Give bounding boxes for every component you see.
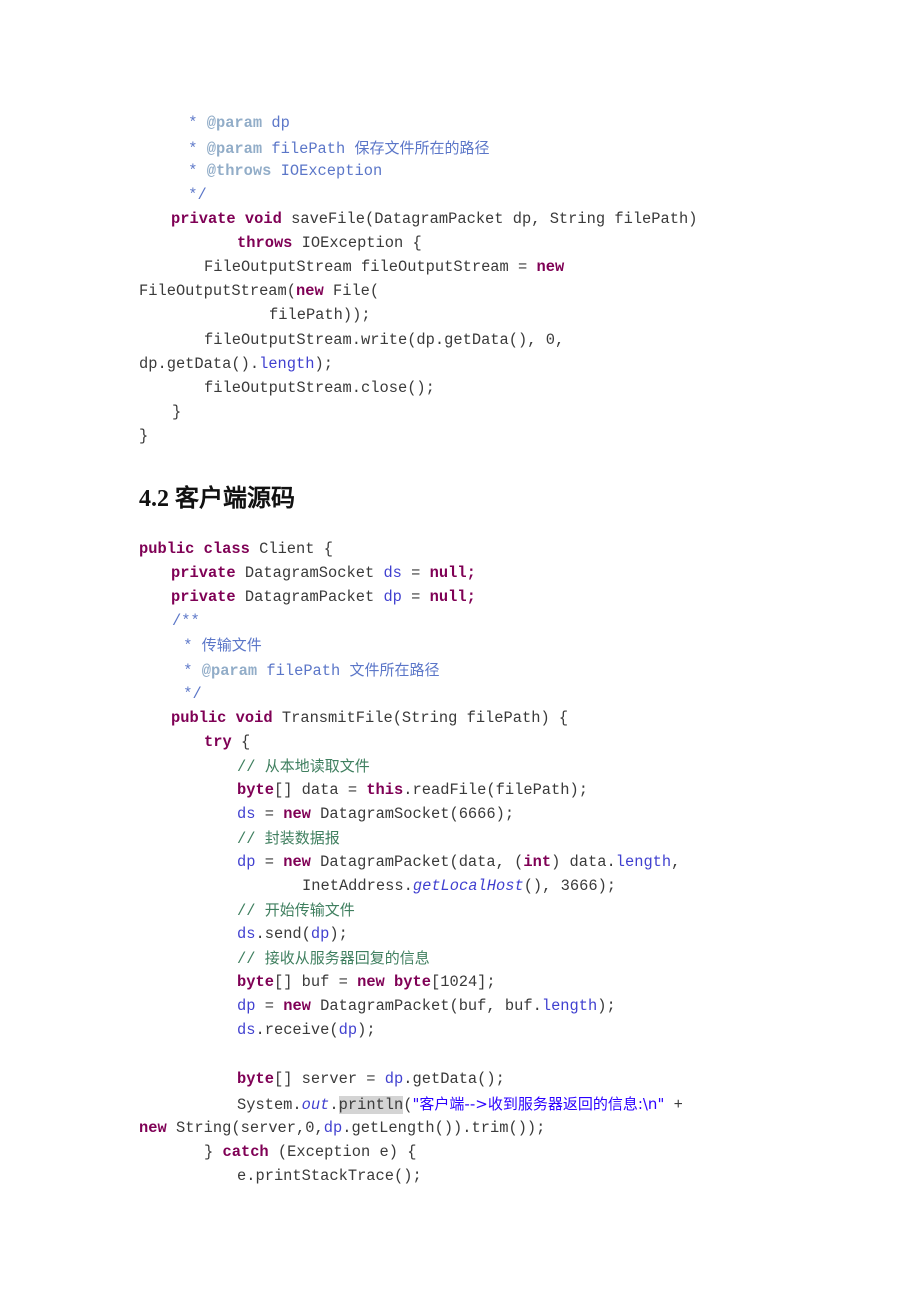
code-line-method-signature: public void TransmitFile(String filePath… [171,709,569,727]
section-heading: 4.2 客户端源码 [139,486,295,512]
code-line-comment: // 封装数据报 [237,829,340,848]
code-line: System.out.println("客户端-->收到服务器返回的信息:\n"… [237,1095,683,1114]
code-line-comment: // 从本地读取文件 [237,757,370,776]
code-line: new String(server,0,dp.getLength()).trim… [139,1119,546,1137]
code-line: } [139,427,149,445]
code-line-javadoc: * 传输文件 [174,636,262,655]
code-line: throws IOException { [237,234,422,252]
code-line-comment: // 开始传输文件 [237,901,355,920]
code-line: try { [204,733,251,751]
code-line: } [172,403,182,421]
code-line-javadoc: * @param filePath 保存文件所在的路径 [179,139,490,158]
code-line: fileOutputStream.close(); [204,379,435,397]
code-line-javadoc: * @throws IOException [179,162,383,180]
code-line: dp = new DatagramPacket(data, (int) data… [237,853,681,871]
code-line: } catch (Exception e) { [204,1143,417,1161]
code-line: dp.getData().length); [139,355,333,373]
code-line-class-decl: public class Client { [139,540,333,558]
code-line-comment: // 接收从服务器回复的信息 [237,949,430,968]
highlighted-token: println [338,1096,404,1114]
code-line: filePath)); [269,306,371,324]
code-line-javadoc: * @param dp [179,114,290,132]
code-line: fileOutputStream.write(dp.getData(), 0, [204,331,565,349]
code-line: InetAddress.getLocalHost(), 3666); [302,877,617,895]
code-line: dp = new DatagramPacket(buf, buf.length)… [237,997,616,1015]
code-line: byte[] data = this.readFile(filePath); [237,781,588,799]
code-line: e.printStackTrace(); [237,1167,422,1185]
code-line-javadoc-end: */ [174,685,202,703]
code-line-field-decl: private DatagramPacket dp = null; [171,588,476,606]
code-line: ds = new DatagramSocket(6666); [237,805,515,823]
code-line-javadoc: * @param filePath 文件所在路径 [174,661,440,680]
code-line: FileOutputStream(new File( [139,282,380,300]
code-line: ds.send(dp); [237,925,348,943]
code-line: FileOutputStream fileOutputStream = new [204,258,565,276]
code-line: byte[] server = dp.getData(); [237,1070,505,1088]
document-page: * @param dp * @param filePath 保存文件所在的路径 … [0,0,920,1302]
code-line-javadoc-start: /** [172,612,200,630]
code-line-javadoc-end: */ [179,186,207,204]
code-line-method-signature: private void saveFile(DatagramPacket dp,… [171,210,698,228]
code-line: byte[] buf = new byte[1024]; [237,973,496,991]
code-line-field-decl: private DatagramSocket ds = null; [171,564,476,582]
code-line: ds.receive(dp); [237,1021,376,1039]
